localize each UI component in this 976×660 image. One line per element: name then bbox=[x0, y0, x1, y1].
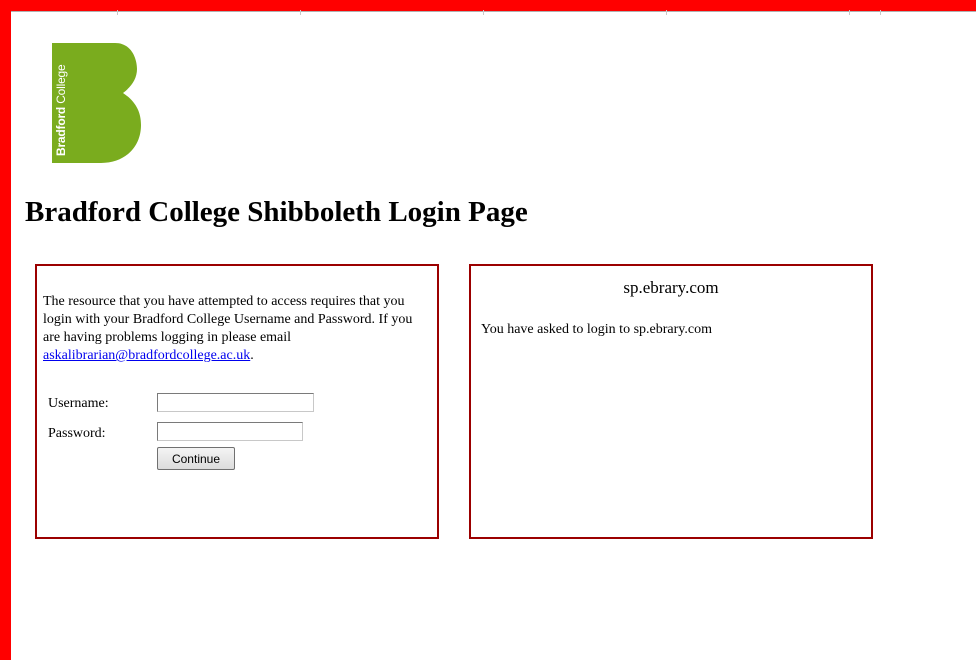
service-provider-title: sp.ebrary.com bbox=[623, 278, 719, 297]
password-input[interactable] bbox=[157, 422, 303, 441]
logo-text-bold: Bradford bbox=[54, 106, 68, 156]
username-input[interactable] bbox=[157, 393, 314, 412]
top-divider-tick bbox=[849, 10, 850, 15]
service-provider-message: You have asked to login to sp.ebrary.com bbox=[481, 322, 712, 337]
login-intro-end: . bbox=[250, 348, 254, 363]
logo-text: Bradford College bbox=[54, 64, 68, 156]
continue-button[interactable]: Continue bbox=[157, 447, 235, 470]
login-intro-text: The resource that you have attempted to … bbox=[43, 294, 413, 345]
login-panel: The resource that you have attempted to … bbox=[35, 264, 439, 539]
top-divider-tick bbox=[666, 10, 667, 15]
page-title: Bradford College Shibboleth Login Page bbox=[25, 196, 528, 228]
top-divider bbox=[11, 11, 976, 17]
email-link[interactable]: askalibrarian@bradfordcollege.ac.uk bbox=[43, 348, 250, 363]
top-divider-tick bbox=[117, 10, 118, 15]
top-divider-tick bbox=[880, 10, 881, 15]
top-divider-tick bbox=[483, 10, 484, 15]
top-divider-tick bbox=[300, 10, 301, 15]
username-label: Username: bbox=[48, 396, 109, 411]
logo-text-regular: College bbox=[54, 64, 68, 107]
password-label: Password: bbox=[48, 426, 106, 441]
login-intro: The resource that you have attempted to … bbox=[43, 293, 428, 365]
service-provider-panel: sp.ebrary.com You have asked to login to… bbox=[469, 264, 873, 539]
